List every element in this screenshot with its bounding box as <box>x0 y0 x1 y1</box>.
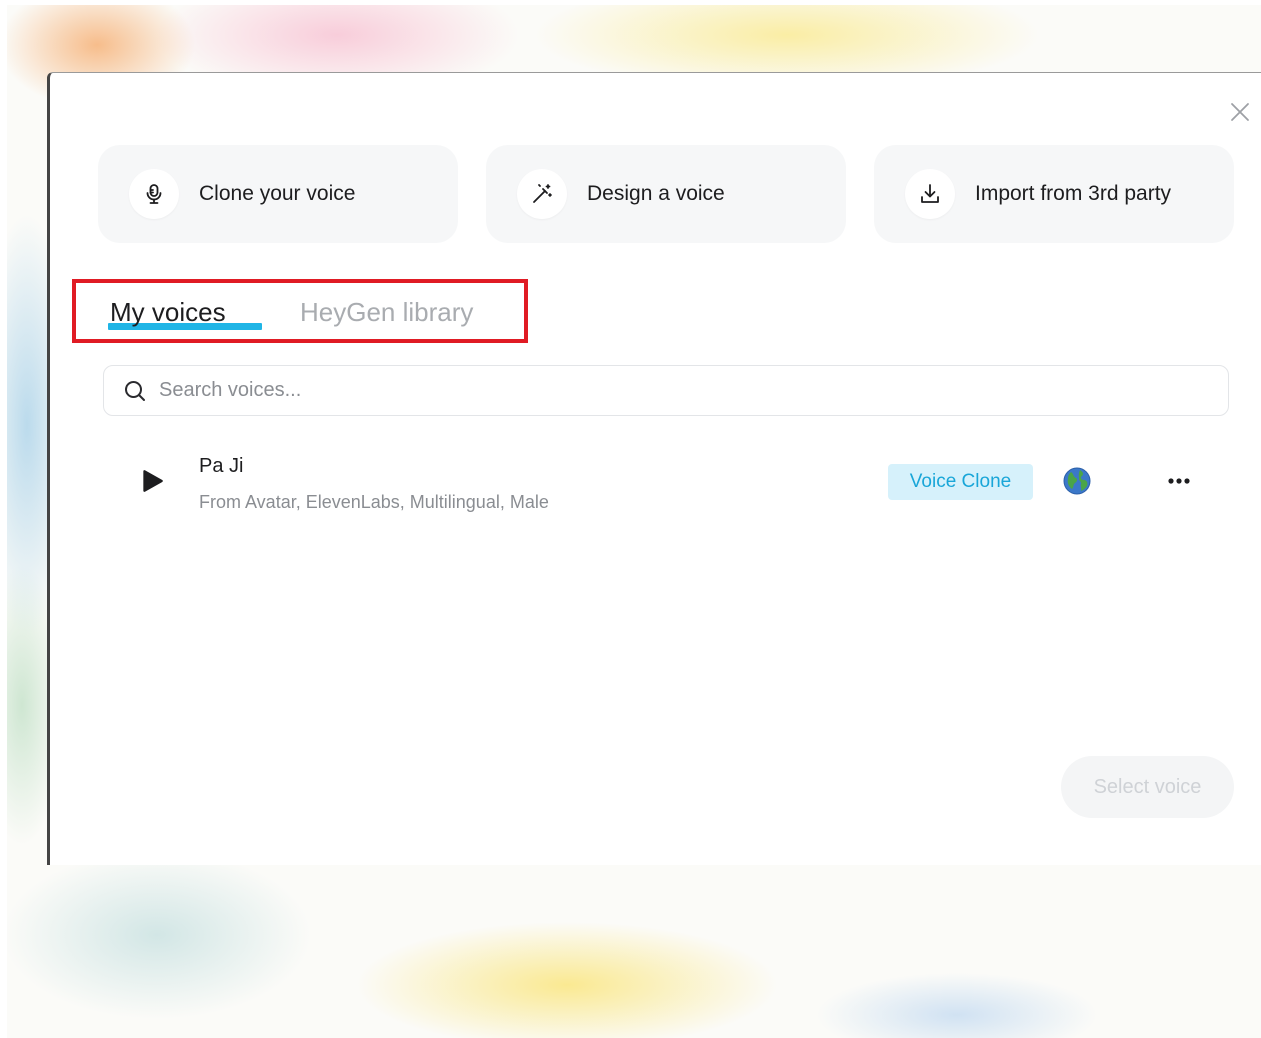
play-icon[interactable] <box>139 468 165 494</box>
tab-heygen-library-label: HeyGen library <box>300 297 474 327</box>
tab-my-voices[interactable]: My voices <box>108 297 262 330</box>
globe-icon <box>1063 467 1091 495</box>
design-voice-label: Design a voice <box>587 182 725 205</box>
clone-voice-card[interactable]: Clone your voice <box>98 145 458 243</box>
clone-voice-label: Clone your voice <box>199 182 356 205</box>
download-icon <box>905 169 955 219</box>
design-voice-card[interactable]: Design a voice <box>486 145 846 243</box>
voice-list-item[interactable]: Pa Ji From Avatar, ElevenLabs, Multiling… <box>103 443 1229 523</box>
tab-my-voices-label: My voices <box>110 297 226 327</box>
tab-heygen-library[interactable]: HeyGen library <box>300 297 473 328</box>
select-voice-button[interactable]: Select voice <box>1061 756 1234 818</box>
close-icon[interactable] <box>1228 100 1252 124</box>
import-voice-card[interactable]: Import from 3rd party <box>874 145 1234 243</box>
voice-picker-modal: Clone your voice Design a voice Import f… <box>47 72 1261 865</box>
voice-description: From Avatar, ElevenLabs, Multilingual, M… <box>199 492 549 512</box>
search-icon <box>125 380 145 401</box>
voice-name: Pa Ji <box>199 455 244 477</box>
magic-wand-icon <box>517 169 567 219</box>
import-voice-label: Import from 3rd party <box>975 182 1172 205</box>
search-bar <box>103 365 1229 416</box>
voice-clone-badge: Voice Clone <box>888 464 1033 500</box>
microphone-icon <box>129 169 179 219</box>
more-options-icon[interactable] <box>1163 471 1195 491</box>
search-input[interactable] <box>159 379 1059 402</box>
